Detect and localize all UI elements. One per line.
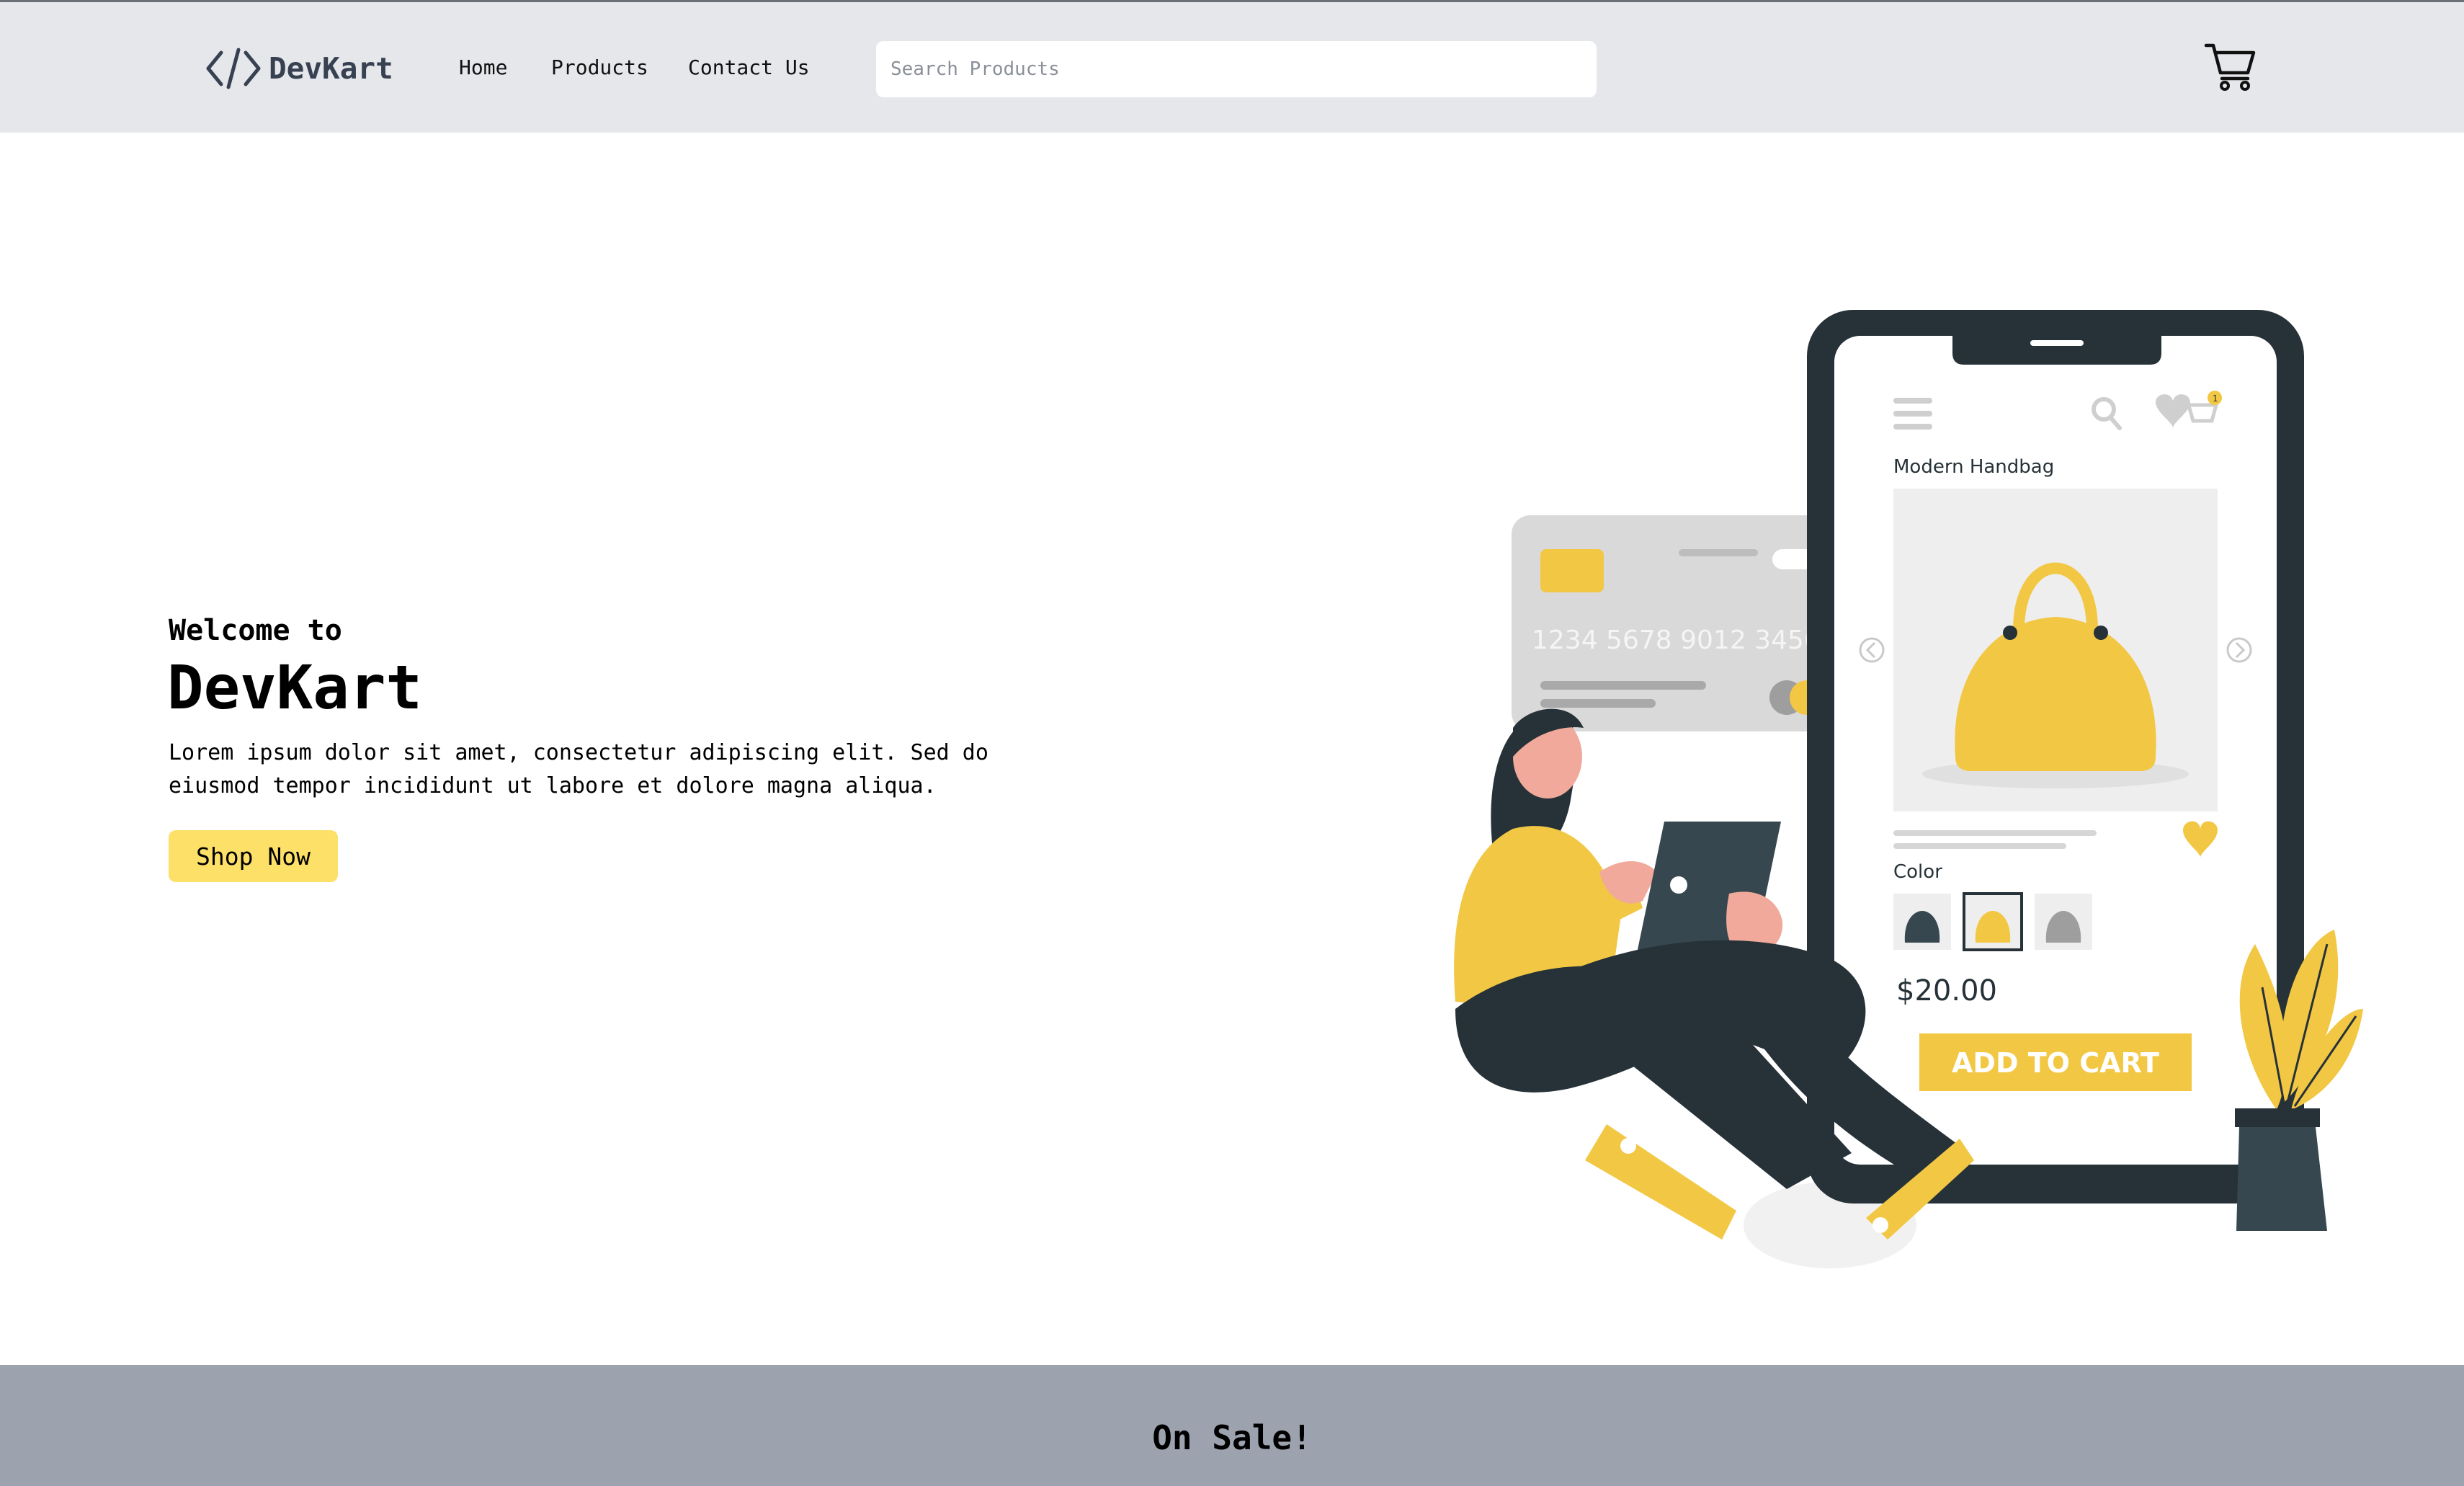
nav-contact-link[interactable]: Contact Us bbox=[688, 55, 810, 79]
phone-color-label: Color bbox=[1893, 861, 1942, 883]
phone-price: $20.00 bbox=[1896, 974, 1997, 1007]
shop-now-button[interactable]: Shop Now bbox=[169, 830, 338, 882]
shopping-cart-icon bbox=[2204, 43, 2256, 91]
phone-graphic: 1 Modern Handbag Color $20.00 ADD TO CAR… bbox=[1807, 310, 2304, 1204]
on-sale-title: On Sale! bbox=[1152, 1418, 1312, 1457]
credit-card-graphic: 1234 5678 9012 3456 bbox=[1512, 515, 1850, 731]
phone-cart-badge: 1 bbox=[2213, 393, 2218, 404]
phone-product-name: Modern Handbag bbox=[1893, 456, 2054, 478]
hero-description: Lorem ipsum dolor sit amet, consectetur … bbox=[169, 740, 988, 798]
card-number-text: 1234 5678 9012 3456 bbox=[1532, 626, 1821, 655]
brand-logo[interactable]: DevKart bbox=[205, 45, 393, 92]
navbar: DevKart Home Products Contact Us bbox=[0, 0, 2464, 133]
cart-button[interactable] bbox=[2203, 38, 2258, 93]
phone-add-to-cart: ADD TO CART bbox=[1952, 1047, 2159, 1079]
hero-illustration: 1234 5678 9012 3456 1 Modern Handbag Col… bbox=[1454, 310, 2363, 1268]
hero-welcome-text: Welcome to bbox=[169, 614, 342, 647]
hero-title: DevKart bbox=[167, 652, 423, 723]
search-input[interactable] bbox=[876, 41, 1597, 97]
nav-home-link[interactable]: Home bbox=[459, 55, 507, 79]
nav-products-link[interactable]: Products bbox=[551, 55, 648, 79]
code-brackets-icon bbox=[206, 48, 261, 89]
brand-name: DevKart bbox=[269, 51, 393, 86]
